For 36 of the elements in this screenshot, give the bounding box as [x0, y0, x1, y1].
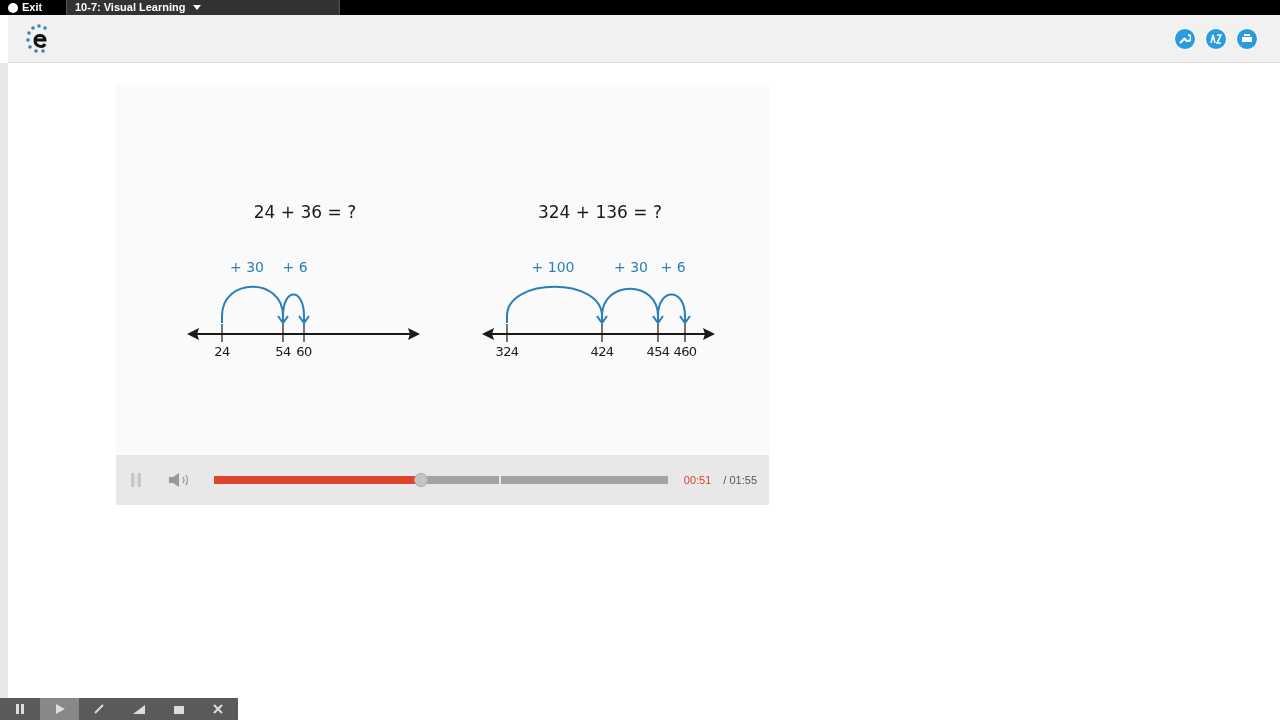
tick-label: 460: [673, 343, 697, 356]
exit-button[interactable]: Exit: [0, 0, 66, 15]
close-icon: [212, 703, 225, 715]
glossary-button[interactable]: [1205, 27, 1227, 50]
pause-icon: [129, 473, 142, 487]
seek-track[interactable]: [213, 476, 668, 484]
tick-label: 424: [590, 343, 614, 356]
tick-label: 324: [495, 343, 519, 356]
tools-button[interactable]: [1174, 27, 1196, 50]
jump-label: + 30: [230, 258, 264, 275]
square-icon: [172, 703, 185, 715]
tick-label: 54: [275, 343, 291, 356]
equation: 24 + 36 = ?: [253, 201, 357, 224]
tick-label: 454: [646, 343, 670, 356]
tool-button[interactable]: [39, 698, 80, 720]
printer-icon: [1241, 33, 1253, 44]
back-icon: [8, 2, 18, 13]
letters-icon: [1210, 33, 1222, 44]
tick-label: 24: [214, 343, 230, 356]
jump-label: + 6: [660, 258, 686, 275]
caret-icon: [193, 5, 202, 10]
wrench-icon: [1179, 33, 1191, 44]
wedge-icon: [131, 703, 146, 715]
print-button[interactable]: [1236, 27, 1258, 50]
equation: 324 + 136 = ?: [538, 201, 662, 224]
seek-handle[interactable]: [414, 473, 429, 487]
tick-label: 60: [296, 343, 312, 356]
lesson-dropdown[interactable]: 10-7: Visual Learning: [66, 0, 340, 15]
jump-label: + 6: [282, 258, 308, 275]
pause-icon: [13, 703, 26, 715]
elapsed-time: 00:51: [683, 472, 712, 488]
jump-label: + 100: [531, 258, 575, 275]
jump-label: + 30: [614, 258, 648, 275]
duration-time: / 01:55: [723, 472, 757, 488]
play-icon: [53, 703, 66, 715]
pencil-icon: [93, 703, 106, 715]
